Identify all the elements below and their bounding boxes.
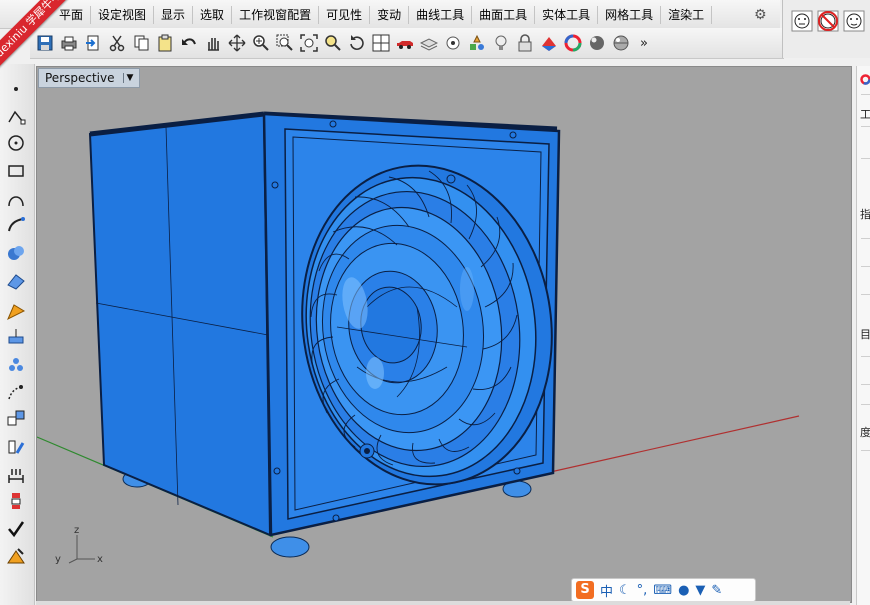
circle-tool-icon[interactable] bbox=[4, 132, 28, 154]
tab-viewport-layout[interactable]: 工作视窗配置 bbox=[232, 6, 320, 24]
keyboard-icon[interactable]: ⌨ bbox=[653, 583, 672, 598]
mesh-tool-icon[interactable] bbox=[4, 326, 28, 348]
face-icon[interactable] bbox=[791, 10, 813, 32]
fillet-tool-icon[interactable] bbox=[4, 214, 28, 236]
axis-label-x: x bbox=[97, 554, 103, 565]
solid-tool-icon[interactable] bbox=[4, 300, 28, 322]
pan-hand-icon[interactable] bbox=[202, 32, 224, 54]
lock-icon[interactable] bbox=[514, 32, 536, 54]
x-axis-line bbox=[536, 415, 800, 476]
axis-label-z: z bbox=[74, 525, 79, 536]
cabinet-side-panel bbox=[88, 112, 272, 537]
light-icon[interactable] bbox=[490, 32, 512, 54]
gear-icon[interactable]: ⚙ bbox=[754, 7, 767, 23]
save-icon[interactable] bbox=[34, 32, 56, 54]
perspective-viewport[interactable]: z y x Perspective ▼ bbox=[36, 66, 852, 603]
viewport-title: Perspective bbox=[45, 71, 115, 85]
panel-label: 工 bbox=[860, 108, 870, 121]
zoom-extents-icon[interactable] bbox=[298, 32, 320, 54]
ime-toolbar: S 中 ☾ °, ⌨ ● ▼ ✎ bbox=[571, 578, 756, 602]
person-icon[interactable]: ● bbox=[678, 583, 689, 598]
render-sphere-icon[interactable] bbox=[586, 32, 608, 54]
panel-label: 度 bbox=[860, 426, 870, 439]
left-toolbar bbox=[0, 64, 35, 605]
moon-icon[interactable]: ☾ bbox=[619, 583, 631, 598]
color-wheel-icon[interactable] bbox=[860, 74, 870, 85]
panel-label: 指 bbox=[860, 208, 870, 221]
viewport-title-tab[interactable]: Perspective ▼ bbox=[38, 68, 141, 88]
check-tool-icon[interactable] bbox=[4, 518, 28, 540]
tab-curve-tools[interactable]: 曲线工具 bbox=[409, 6, 473, 24]
layer-icon[interactable] bbox=[418, 32, 440, 54]
point-tool-icon[interactable] bbox=[4, 78, 28, 100]
transform-tool-icon[interactable] bbox=[4, 382, 28, 404]
tab-mesh-tools[interactable]: 网格工具 bbox=[598, 6, 662, 24]
surface-patch-icon[interactable] bbox=[4, 270, 28, 292]
viewport-menu-caret[interactable]: ▼ bbox=[122, 73, 133, 83]
analyze-icon[interactable] bbox=[466, 32, 488, 54]
menu-tabs: 平面 设定视图 显示 选取 工作视窗配置 可见性 变动 曲线工具 曲面工具 实体… bbox=[52, 6, 713, 24]
tab-display[interactable]: 显示 bbox=[154, 6, 194, 24]
axis-triad bbox=[68, 535, 95, 564]
tab-surface-tools[interactable]: 曲面工具 bbox=[472, 6, 536, 24]
tab-visibility[interactable]: 可见性 bbox=[319, 6, 371, 24]
render-tool-icon[interactable] bbox=[4, 546, 28, 568]
tab-set-view[interactable]: 设定视图 bbox=[91, 6, 155, 24]
standard-toolbar: » bbox=[30, 28, 784, 59]
zoom-window-icon[interactable] bbox=[274, 32, 296, 54]
car-icon[interactable] bbox=[394, 32, 416, 54]
zoom-selected-icon[interactable] bbox=[322, 32, 344, 54]
import-icon[interactable] bbox=[82, 32, 104, 54]
paste-icon[interactable] bbox=[154, 32, 176, 54]
tab-select[interactable]: 选取 bbox=[193, 6, 233, 24]
material-icon[interactable] bbox=[538, 32, 560, 54]
ime-mode-toggle[interactable]: 中 bbox=[600, 581, 613, 600]
ime-logo[interactable]: S bbox=[576, 581, 594, 599]
move-view-icon[interactable] bbox=[226, 32, 248, 54]
face-no-icon[interactable] bbox=[817, 10, 839, 32]
dimension-tool-icon[interactable] bbox=[4, 464, 28, 486]
color-wheel-icon[interactable] bbox=[562, 32, 584, 54]
tab-render-tools[interactable]: 渲染工 bbox=[661, 6, 713, 24]
rotate-view-icon[interactable] bbox=[346, 32, 368, 54]
print-icon[interactable] bbox=[58, 32, 80, 54]
panel-label: 目 bbox=[860, 328, 870, 341]
menu-tab-bar: 平面 设定视图 显示 选取 工作视窗配置 可见性 变动 曲线工具 曲面工具 实体… bbox=[0, 0, 780, 29]
polyline-tool-icon[interactable] bbox=[4, 106, 28, 128]
edit-tool-icon[interactable] bbox=[4, 436, 28, 458]
punctuation-icon[interactable]: °, bbox=[637, 583, 648, 598]
tab-transform[interactable]: 变动 bbox=[370, 6, 410, 24]
sphere-icon[interactable] bbox=[610, 32, 632, 54]
wrench-icon[interactable]: ✎ bbox=[711, 583, 722, 598]
copy-tool-icon[interactable] bbox=[4, 408, 28, 430]
viewport-scene[interactable]: z y x bbox=[37, 67, 851, 602]
shirt-icon[interactable]: ▼ bbox=[695, 583, 705, 598]
toolbar-overflow-button[interactable]: » bbox=[640, 36, 648, 51]
viewport-tabs-strip bbox=[36, 601, 850, 605]
rectangle-tool-icon[interactable] bbox=[4, 160, 28, 182]
curve-tool-icon[interactable] bbox=[4, 188, 28, 210]
tab-plane[interactable]: 平面 bbox=[52, 6, 92, 24]
properties-panel: 工 指 目 度 bbox=[856, 66, 870, 605]
block-tool-icon[interactable] bbox=[4, 490, 28, 512]
array-tool-icon[interactable] bbox=[4, 354, 28, 376]
face-settings-icon[interactable] bbox=[843, 10, 865, 32]
undo-icon[interactable] bbox=[178, 32, 200, 54]
surface-tool-icon[interactable] bbox=[4, 242, 28, 264]
copy-icon[interactable] bbox=[130, 32, 152, 54]
point-icon[interactable] bbox=[442, 32, 464, 54]
four-viewports-icon[interactable] bbox=[370, 32, 392, 54]
cabinet-foot bbox=[270, 536, 310, 558]
axis-label-y: y bbox=[55, 554, 61, 565]
zoom-icon[interactable] bbox=[250, 32, 272, 54]
cut-icon[interactable] bbox=[106, 32, 128, 54]
display-mode-panel bbox=[782, 0, 870, 58]
tab-solid-tools[interactable]: 实体工具 bbox=[535, 6, 599, 24]
